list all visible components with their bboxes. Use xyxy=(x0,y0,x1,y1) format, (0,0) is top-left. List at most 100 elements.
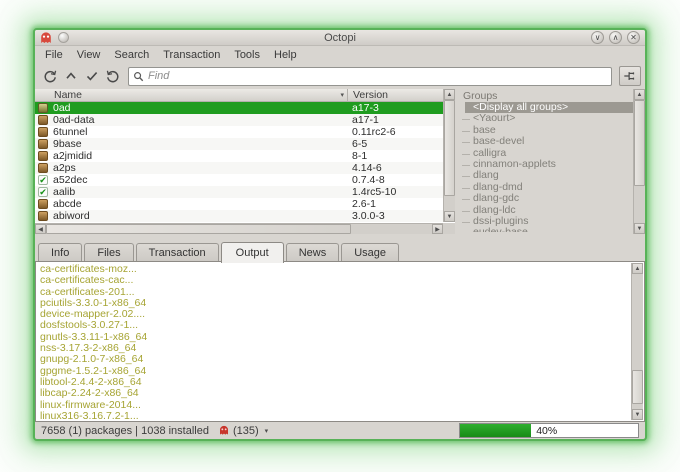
package-row[interactable]: abiword3.0.0-3 xyxy=(35,210,443,222)
scrollbar-thumb[interactable] xyxy=(634,100,645,186)
progress-bar: 40% xyxy=(459,423,639,438)
package-box-icon xyxy=(38,139,48,149)
scroll-right-icon[interactable]: ▶ xyxy=(432,224,443,234)
package-box-icon xyxy=(38,163,48,173)
package-version: 8-1 xyxy=(347,150,443,162)
check-updates-icon xyxy=(42,68,58,84)
package-row[interactable]: 0ad-dataa17-1 xyxy=(35,114,443,126)
output-vertical-scrollbar[interactable]: ▲ ▼ xyxy=(631,263,643,420)
scrollbar-thumb[interactable] xyxy=(46,224,351,234)
package-version: 3.0.0-3 xyxy=(347,210,443,222)
group-item[interactable]: base-devel xyxy=(459,136,633,147)
toolbar xyxy=(35,63,645,89)
package-box-icon xyxy=(38,127,48,137)
check-updates-button[interactable] xyxy=(39,66,60,86)
package-version: a17-1 xyxy=(347,114,443,126)
package-horizontal-scrollbar[interactable]: ◀ ▶ xyxy=(35,223,443,234)
menu-search[interactable]: Search xyxy=(107,48,156,62)
minimize-button[interactable]: ∨ xyxy=(591,31,604,44)
column-header-name[interactable]: Name ▾ xyxy=(35,89,347,101)
commit-button[interactable] xyxy=(81,66,102,86)
package-version: 2.6-1 xyxy=(347,198,443,210)
package-version: 0.11rc2-6 xyxy=(347,126,443,138)
tabbar: InfoFilesTransactionOutputNewsUsage xyxy=(35,238,645,262)
find-input[interactable] xyxy=(148,70,607,82)
package-box-icon xyxy=(38,199,48,209)
menu-help[interactable]: Help xyxy=(267,48,304,62)
package-box-icon xyxy=(38,151,48,161)
output-line: ca-certificates-cac... xyxy=(40,275,628,286)
package-name: 0ad xyxy=(53,102,71,114)
find-field-wrap xyxy=(128,67,612,86)
package-box-icon xyxy=(38,115,48,125)
package-name: 9base xyxy=(53,138,82,150)
package-row[interactable]: 0ada17-3 xyxy=(35,102,443,114)
package-row[interactable]: 6tunnel0.11rc2-6 xyxy=(35,126,443,138)
octopi-window: Octopi ∨∧✕ FileViewSearchTransactionTool… xyxy=(33,28,647,441)
scrollbar-thumb[interactable] xyxy=(632,370,643,404)
groups-list: <Display all groups><Yaourt>basebase-dev… xyxy=(459,102,633,232)
close-button[interactable]: ✕ xyxy=(627,31,640,44)
package-name: a2jmidid xyxy=(53,150,92,162)
tab-news[interactable]: News xyxy=(286,243,340,262)
package-version: 1.4rc5-10 xyxy=(347,186,443,198)
scroll-up-icon[interactable]: ▲ xyxy=(634,89,645,100)
system-upgrade-button[interactable] xyxy=(60,66,81,86)
group-item[interactable]: eudev-base xyxy=(459,227,633,232)
column-header-version[interactable]: Version xyxy=(347,89,443,101)
table-header: Name ▾ Version xyxy=(35,89,443,102)
package-row[interactable]: 9base 6-5 xyxy=(35,138,443,150)
scroll-down-icon[interactable]: ▼ xyxy=(444,211,455,222)
scrollbar-thumb[interactable] xyxy=(444,100,455,196)
output-lines: ca-certificates-moz...ca-certificates-ca… xyxy=(36,262,644,422)
package-box-icon xyxy=(38,103,48,113)
scroll-up-icon[interactable]: ▲ xyxy=(632,263,643,274)
main-split: Name ▾ Version 0ada17-30ad-dataa17-16tun… xyxy=(35,89,645,234)
tab-transaction[interactable]: Transaction xyxy=(136,243,219,262)
tab-files[interactable]: Files xyxy=(84,243,133,262)
groups-panel-title: Groups xyxy=(459,89,645,102)
progress-fill xyxy=(460,424,531,437)
scroll-left-icon[interactable]: ◀ xyxy=(35,224,46,234)
package-row[interactable]: ✔aalib1.4rc5-10 xyxy=(35,186,443,198)
tab-output[interactable]: Output xyxy=(221,242,284,263)
package-version: 4.14-6 xyxy=(347,162,443,174)
group-item[interactable]: dlang-gdc xyxy=(459,193,633,204)
outdated-dropdown-icon[interactable]: ▾ xyxy=(265,427,269,435)
statusbar: 7658 (1) packages | 1038 installed (135)… xyxy=(35,422,645,439)
progress-label: 40% xyxy=(531,425,557,437)
tab-info[interactable]: Info xyxy=(38,243,82,262)
package-rows: 0ada17-30ad-dataa17-16tunnel0.11rc2-69ba… xyxy=(35,102,443,222)
package-name: a52dec xyxy=(53,174,87,186)
package-vertical-scrollbar[interactable]: ▲ ▼ xyxy=(443,89,455,222)
scroll-down-icon[interactable]: ▼ xyxy=(632,409,643,420)
name-column-label: Name xyxy=(54,89,82,101)
scroll-down-icon[interactable]: ▼ xyxy=(634,223,645,234)
package-box-icon xyxy=(38,211,48,221)
menu-tools[interactable]: Tools xyxy=(227,48,267,62)
output-pane: ca-certificates-moz...ca-certificates-ca… xyxy=(35,262,645,422)
tree-branch-icon xyxy=(623,69,637,83)
package-version: 6-5 xyxy=(347,138,443,150)
maximize-button[interactable]: ∧ xyxy=(609,31,622,44)
octopi-utilities-button[interactable] xyxy=(619,66,641,86)
package-row[interactable]: a2ps4.14-6 xyxy=(35,162,443,174)
tab-usage[interactable]: Usage xyxy=(341,243,399,262)
output-line: linux316-3.16.7.2-1... xyxy=(40,411,628,422)
package-row[interactable]: ✔a52dec0.7.4-8 xyxy=(35,174,443,186)
menu-view[interactable]: View xyxy=(70,48,108,62)
package-count-text: 7658 (1) packages | 1038 installed xyxy=(41,425,209,437)
commit-icon xyxy=(84,68,100,84)
installed-check-icon: ✔ xyxy=(38,187,48,197)
menu-file[interactable]: File xyxy=(38,48,70,62)
menubar: FileViewSearchTransactionToolsHelp xyxy=(35,46,645,63)
rollback-button[interactable] xyxy=(102,66,123,86)
package-view: Name ▾ Version 0ada17-30ad-dataa17-16tun… xyxy=(35,89,455,234)
scroll-up-icon[interactable]: ▲ xyxy=(444,89,455,100)
outdated-count[interactable]: (135) xyxy=(233,425,259,437)
menu-transaction[interactable]: Transaction xyxy=(156,48,227,62)
package-row[interactable]: a2jmidid 8-1 xyxy=(35,150,443,162)
groups-vertical-scrollbar[interactable]: ▲ ▼ xyxy=(633,89,645,234)
package-row[interactable]: abcde2.6-1 xyxy=(35,198,443,210)
version-column-label: Version xyxy=(353,89,388,101)
